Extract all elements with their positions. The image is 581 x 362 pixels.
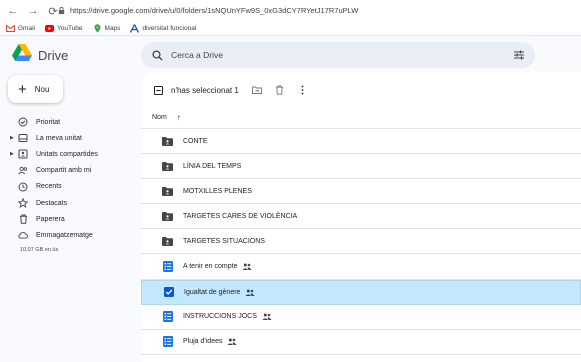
more-options-icon[interactable] [298, 85, 308, 95]
file-row[interactable]: MOTXILLES PLENES [141, 179, 581, 205]
shared-people-icon [242, 263, 253, 271]
app-title: Drive [38, 47, 69, 63]
bookmark-gmail[interactable]: Gmail [6, 24, 35, 33]
sidebar-item-label: Recents [36, 183, 62, 191]
url-text: https://drive.google.com/drive/u/0/folde… [70, 5, 359, 15]
expand-caret-icon[interactable]: ▶ [10, 151, 14, 157]
storage-usage-text: 10,07 GB en ús [20, 247, 59, 253]
shared-folder-icon [162, 136, 173, 147]
search-bar[interactable]: Cerca a Drive [141, 42, 535, 68]
maps-icon [93, 23, 102, 33]
file-name: Pluja d'idees [183, 338, 223, 346]
bookmark-diversitat[interactable]: diversitat funcional [130, 23, 196, 33]
sidebar-item-my-drive[interactable]: ▶ La meva unitat [0, 130, 140, 146]
address-bar[interactable]: https://drive.google.com/drive/u/0/folde… [56, 2, 577, 18]
browser-chrome: ← → ⟳ https://drive.google.com/drive/u/0… [0, 0, 581, 36]
file-name: TARGETES CARES DE VIOLÈNCIA [183, 212, 298, 220]
sidebar-item-label: Unitats compartides [36, 150, 98, 158]
bookmark-youtube[interactable]: YouTube [44, 24, 83, 33]
shared-people-icon [245, 288, 256, 296]
bookmark-maps[interactable]: Maps [93, 23, 120, 33]
file-name: A tenir en compte [183, 263, 238, 271]
search-icon[interactable] [151, 49, 163, 61]
sidebar-item-storage[interactable]: Emmagatzematge [0, 227, 140, 243]
trash-icon [18, 214, 28, 224]
sidebar-item-label: Destacats [36, 199, 68, 207]
sidebar-item-label: La meva unitat [36, 134, 82, 142]
file-row[interactable]: A tenir en compte [141, 254, 581, 280]
selected-checkbox-icon[interactable] [163, 287, 174, 298]
shared-folder-icon [162, 236, 173, 247]
a-logo-icon [130, 23, 140, 33]
sidebar-item-label: Compartit amb mi [36, 167, 92, 175]
file-row[interactable]: TARGETES CARES DE VIOLÈNCIA [141, 204, 581, 230]
sidebar-item-label: Prioritat [36, 118, 61, 126]
name-column-header[interactable]: Nom ↑ [152, 113, 181, 122]
new-button[interactable]: + Nou [8, 75, 63, 103]
file-name: INSTRUCCIONS JOCS [183, 313, 257, 321]
site-info-icon[interactable] [56, 5, 66, 15]
file-row[interactable]: INSTRUCCIONS JOCS [141, 305, 581, 330]
selection-count-label: n'has seleccionat 1 [171, 85, 239, 95]
column-header-label: Nom [152, 114, 167, 121]
file-row[interactable]: Pluja d'idees [141, 330, 581, 355]
shared-people-icon [227, 338, 238, 346]
shared-drives-icon [18, 149, 28, 159]
move-to-folder-icon[interactable] [251, 85, 262, 95]
recent-icon [18, 182, 28, 192]
google-forms-icon [162, 336, 173, 348]
sort-ascending-icon[interactable]: ↑ [177, 113, 181, 122]
priority-icon [18, 117, 28, 127]
selection-toolbar: n'has seleccionat 1 [153, 83, 308, 97]
file-name: TARGETES SITUACIONS [183, 237, 265, 245]
google-forms-icon [162, 261, 173, 273]
file-row[interactable]: CONTE [141, 129, 581, 155]
forward-icon[interactable]: → [26, 4, 40, 18]
plus-icon: + [18, 80, 27, 98]
gmail-icon [6, 24, 15, 33]
back-icon[interactable]: ← [6, 4, 20, 18]
shared-people-icon [262, 313, 272, 321]
clear-selection-icon[interactable] [153, 85, 163, 95]
shared-folder-icon [162, 161, 173, 172]
google-forms-icon [162, 311, 173, 323]
search-options-icon[interactable] [513, 49, 525, 61]
shared-with-me-icon [18, 166, 28, 176]
sidebar-item-label: Paperera [36, 215, 65, 223]
sidebar-item-shared-with-me[interactable]: Compartit amb mi [0, 163, 140, 179]
file-name: MOTXILLES PLENES [183, 187, 252, 195]
sidebar-nav: Prioritat ▶ La meva unitat ▶ Unitats com… [0, 114, 140, 244]
file-row[interactable]: LÍNIA DEL TEMPS [141, 154, 581, 180]
drive-logo-icon [12, 44, 33, 66]
sidebar-item-label: Emmagatzematge [36, 231, 93, 239]
cloud-icon [18, 230, 28, 240]
file-row-selected[interactable]: Igualtat de gènere [141, 279, 581, 305]
sidebar-item-recent[interactable]: Recents [0, 179, 140, 195]
file-name: CONTE [183, 137, 208, 145]
new-button-label: Nou [34, 84, 50, 94]
delete-icon[interactable] [275, 85, 285, 95]
file-name: LÍNIA DEL TEMPS [183, 162, 242, 170]
main-content: n'has seleccionat 1 Nom ↑ CONTE LÍNIA DE… [141, 72, 581, 362]
expand-caret-icon[interactable]: ▶ [10, 135, 14, 141]
drive-logo[interactable]: Drive [12, 44, 68, 66]
my-drive-icon [18, 133, 28, 143]
file-list: CONTE LÍNIA DEL TEMPS MOTXILLES PLENES T… [141, 129, 581, 355]
sidebar-item-priority[interactable]: Prioritat [0, 114, 140, 130]
sidebar-item-starred[interactable]: Destacats [0, 195, 140, 211]
youtube-icon [44, 24, 54, 33]
sidebar-item-shared-drives[interactable]: ▶ Unitats compartides [0, 146, 140, 162]
search-input[interactable]: Cerca a Drive [171, 50, 223, 60]
shared-folder-icon [162, 186, 173, 197]
star-icon [18, 198, 28, 209]
bookmarks-bar: Gmail YouTube Maps diversitat funcional [0, 21, 200, 35]
file-name: Igualtat de gènere [184, 288, 241, 296]
sidebar-item-trash[interactable]: Paperera [0, 211, 140, 227]
shared-folder-icon [162, 211, 173, 222]
file-row[interactable]: TARGETES SITUACIONS [141, 229, 581, 255]
